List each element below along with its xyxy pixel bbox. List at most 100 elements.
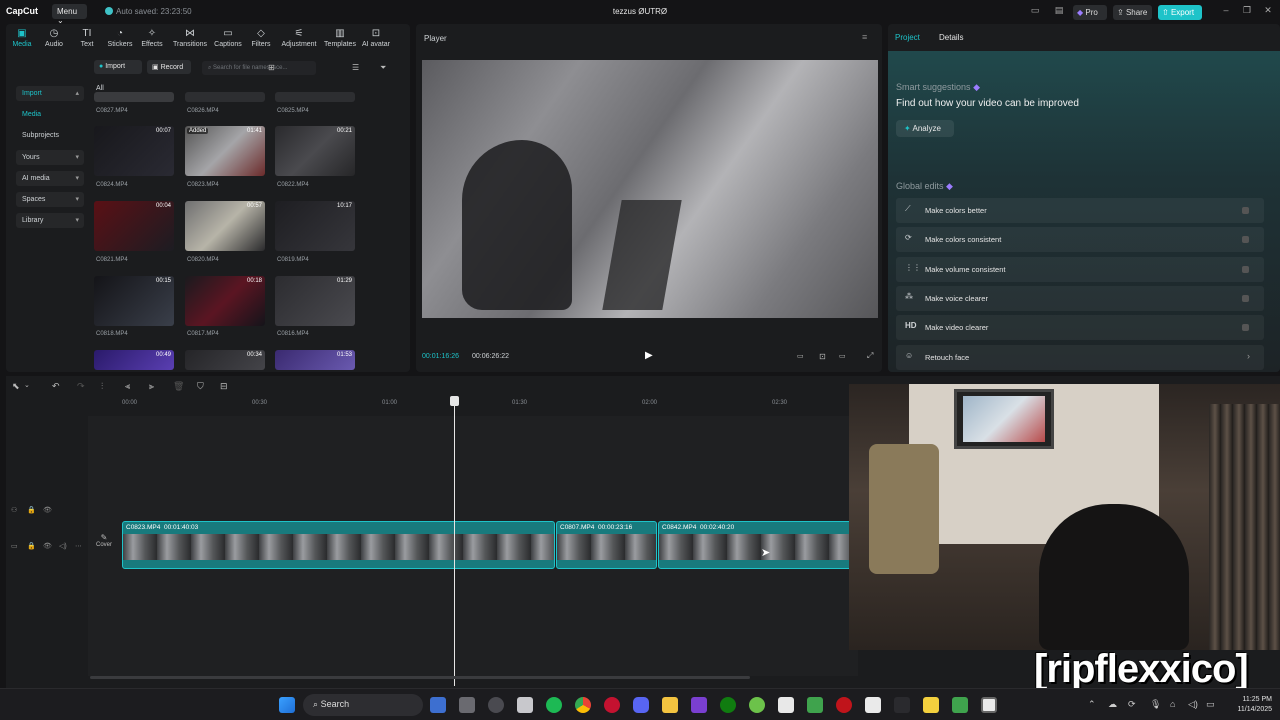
app-icon[interactable] xyxy=(807,697,823,713)
crop-icon[interactable]: ⊟ xyxy=(220,381,228,392)
menu-button[interactable]: Menu ⌄ xyxy=(52,4,87,25)
android-icon[interactable] xyxy=(749,697,765,713)
microphone-icon[interactable]: 🎙 xyxy=(1150,699,1161,710)
playhead[interactable] xyxy=(454,396,455,686)
pro-button[interactable]: ◆ Pro xyxy=(1073,5,1107,20)
app-icon[interactable] xyxy=(894,697,910,713)
discord-icon[interactable] xyxy=(633,697,649,713)
timeline-scrollbar[interactable] xyxy=(90,676,750,679)
delete-icon[interactable]: 🗑 xyxy=(173,381,184,392)
capcut-active-icon[interactable] xyxy=(981,697,997,713)
maximize-icon[interactable]: ❐ xyxy=(1240,5,1254,19)
media-clip[interactable]: 00:57 xyxy=(185,201,265,251)
grid-view-icon[interactable]: ⊞ xyxy=(268,63,275,72)
tool-templates[interactable]: ▥ Templates xyxy=(322,28,358,48)
media-clip[interactable] xyxy=(275,92,355,102)
app-icon[interactable] xyxy=(952,697,968,713)
sync-icon[interactable]: ⟳ xyxy=(1128,699,1136,710)
edit-row-video-clearer[interactable]: HD Make video clearer xyxy=(896,315,1264,340)
track-video-icon[interactable]: ▭ xyxy=(11,542,18,550)
video-preview[interactable] xyxy=(422,60,878,318)
media-clip[interactable]: 01:29 xyxy=(275,276,355,326)
media-clip[interactable]: 00:07 xyxy=(94,126,174,176)
shortcuts-icon[interactable]: ▤ xyxy=(1052,5,1066,19)
analyze-button[interactable]: ✦ Analyze xyxy=(896,120,954,137)
fullscreen-icon[interactable]: ⤢ xyxy=(867,351,873,361)
task-view-icon[interactable] xyxy=(459,697,475,713)
redo-icon[interactable]: ↷ xyxy=(77,381,85,392)
file-explorer-icon[interactable] xyxy=(662,697,678,713)
player-menu-icon[interactable]: ≡ xyxy=(862,32,867,42)
tab-details[interactable]: Details xyxy=(939,33,963,42)
edit-toggle[interactable] xyxy=(1242,236,1249,243)
media-clip[interactable] xyxy=(94,92,174,102)
sort-icon[interactable]: ☰ xyxy=(352,63,359,72)
tool-ai-avatar[interactable]: ⊡ AI avatar xyxy=(358,28,394,48)
split-left-icon[interactable]: ⫷ xyxy=(125,381,130,392)
tool-filters[interactable]: ◇ Filters xyxy=(243,28,279,48)
search-input[interactable]: ⌕ Search for file names, sce... xyxy=(202,61,316,75)
tool-captions[interactable]: ▭ Captions xyxy=(210,28,246,48)
taskbar-search[interactable]: ⌕ Search xyxy=(303,694,423,716)
network-icon[interactable]: ⌂ xyxy=(1170,699,1175,709)
split-right-icon[interactable]: ⫸ xyxy=(149,381,154,392)
nav-spaces[interactable]: Spaces ▾ xyxy=(16,192,84,207)
lock-icon[interactable]: 🔒 xyxy=(27,506,36,514)
lock-icon[interactable]: 🔒 xyxy=(27,542,36,550)
tool-text[interactable]: TI Text xyxy=(69,28,105,48)
media-clip[interactable]: 00:18 xyxy=(185,276,265,326)
app-icon[interactable] xyxy=(691,697,707,713)
full-quality-icon[interactable]: ▭ xyxy=(797,352,804,360)
cover-button[interactable]: ✎ Cover xyxy=(92,533,116,559)
filter-icon[interactable]: ⏷ xyxy=(380,63,386,73)
tool-adjustment[interactable]: ⚟ Adjustment xyxy=(281,28,317,48)
minimize-icon[interactable]: – xyxy=(1219,5,1233,19)
onedrive-icon[interactable]: ☁ xyxy=(1108,699,1117,710)
media-clip[interactable]: 01:53 xyxy=(275,350,355,370)
nav-subprojects[interactable]: Subprojects xyxy=(16,128,84,143)
battery-icon[interactable]: ▭ xyxy=(1206,699,1215,710)
timeline-clip[interactable]: C0807.MP4 00:00:23:16 xyxy=(556,521,657,569)
layout-icon[interactable]: ▭ xyxy=(1028,5,1042,19)
record-button[interactable]: ▣ Record xyxy=(147,60,191,74)
windows-start-icon[interactable] xyxy=(279,697,295,713)
edit-toggle[interactable] xyxy=(1242,324,1249,331)
tool-media[interactable]: ▣ Media xyxy=(4,28,40,48)
marker-icon[interactable]: ⛉ xyxy=(197,381,204,392)
notepad-icon[interactable] xyxy=(778,697,794,713)
timeline-clip[interactable]: C0823.MP4 00:01:40:03 xyxy=(122,521,555,569)
media-clip[interactable] xyxy=(185,92,265,102)
mute-icon[interactable]: ◁) xyxy=(59,542,67,550)
tool-effects[interactable]: ✧ Effects xyxy=(134,28,170,48)
settings-icon[interactable] xyxy=(488,697,504,713)
app-icon[interactable] xyxy=(836,697,852,713)
media-clip[interactable]: 00:34 xyxy=(185,350,265,370)
volume-icon[interactable]: ◁) xyxy=(1188,699,1198,710)
media-clip[interactable]: 00:21 xyxy=(275,126,355,176)
edit-row-colors-better[interactable]: ⟋ Make colors better xyxy=(896,198,1264,223)
crop-icon[interactable]: ⊡ xyxy=(819,352,826,361)
edit-row-volume-consistent[interactable]: ⋮⋮ Make volume consistent xyxy=(896,257,1264,282)
close-icon[interactable]: ✕ xyxy=(1261,5,1275,19)
export-button[interactable]: ⇧ Export xyxy=(1158,5,1202,20)
tray-chevron-icon[interactable]: ⌃ xyxy=(1088,699,1096,710)
spotify-icon[interactable] xyxy=(546,697,562,713)
tool-stickers[interactable]: ◔ Stickers xyxy=(102,28,138,48)
opera-icon[interactable] xyxy=(604,697,620,713)
xbox-icon[interactable] xyxy=(720,697,736,713)
widgets-icon[interactable] xyxy=(430,697,446,713)
nav-ai-media[interactable]: AI media ▾ xyxy=(16,171,84,186)
edit-row-voice-clearer[interactable]: ⁂ Make voice clearer xyxy=(896,286,1264,311)
nav-library[interactable]: Library ▾ xyxy=(16,213,84,228)
nav-import[interactable]: Import ▴ xyxy=(16,86,84,101)
snipping-tool-icon[interactable] xyxy=(517,697,533,713)
import-button[interactable]: ● Import xyxy=(94,60,142,74)
select-tool-icon[interactable]: ⬉ xyxy=(12,381,20,392)
tab-project[interactable]: Project xyxy=(895,33,920,42)
taskbar-clock[interactable]: 11:25 PM 11/14/2025 xyxy=(1222,695,1272,715)
chevron-down-icon[interactable]: ⌄ xyxy=(24,381,30,389)
split-icon[interactable]: ⫶ xyxy=(101,381,103,392)
edit-toggle[interactable] xyxy=(1242,266,1249,273)
edit-toggle[interactable] xyxy=(1242,207,1249,214)
media-clip[interactable]: 00:15 xyxy=(94,276,174,326)
